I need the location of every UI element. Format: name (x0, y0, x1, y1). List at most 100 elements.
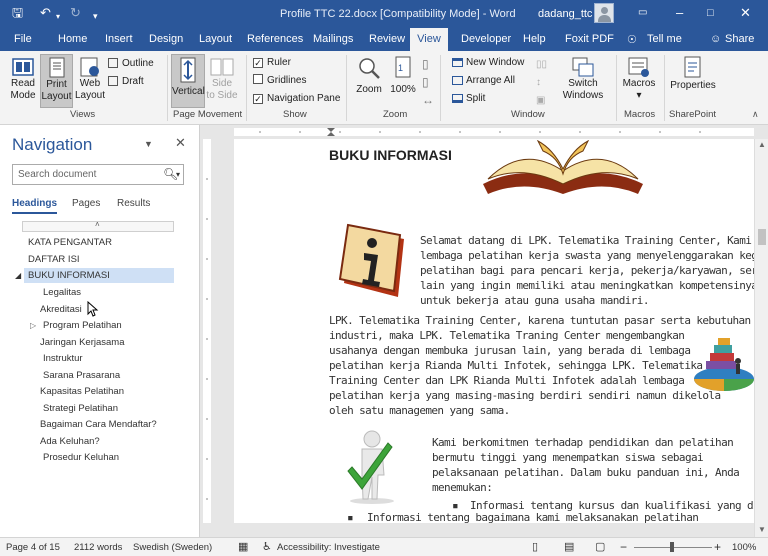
print-layout-button[interactable]: Print Layout (40, 54, 73, 108)
heading-item[interactable]: DAFTAR ISI (28, 253, 80, 267)
word-count[interactable]: 2112 words (74, 542, 122, 553)
track-changes-icon[interactable]: ▦ (238, 540, 248, 553)
accessibility-icon[interactable]: ♿︎ (262, 540, 272, 553)
draft-button[interactable]: Draft (108, 75, 144, 88)
heading-item[interactable]: Jaringan Kerjasama (40, 336, 125, 350)
redo-icon[interactable]: ↻ (70, 5, 81, 21)
side-to-side-button[interactable]: Side to Side (206, 56, 238, 102)
heading-item[interactable]: Legalitas (43, 286, 81, 300)
view-side-by-side-icon[interactable]: ▯▯ (536, 58, 547, 71)
vertical-button[interactable]: Vertical (171, 54, 205, 108)
split-button[interactable]: Split (452, 92, 485, 105)
ruler-checkbox[interactable]: ✓ Ruler (253, 56, 291, 69)
tab-insert[interactable]: Insert (105, 33, 133, 45)
nav-close-icon[interactable]: ✕ (175, 135, 186, 151)
share-button[interactable]: Share (725, 33, 754, 45)
headings-collapse-strip[interactable]: ˄ (22, 220, 174, 232)
page-width-icon[interactable]: ↔ (422, 94, 434, 107)
tab-developer[interactable]: Developer (461, 33, 511, 45)
zoom-out-icon[interactable]: − (620, 540, 627, 554)
page-count[interactable]: Page 4 of 15 (6, 542, 60, 553)
properties-button[interactable]: Properties (668, 56, 718, 92)
document-page[interactable]: BUKU INFORMASI Selamat datang di LPK. Te… (234, 139, 754, 523)
heading-item-selected[interactable]: BUKU INFORMASI (28, 269, 110, 283)
read-mode-button[interactable]: Read Mode (6, 56, 40, 102)
heading-item[interactable]: Akreditasi (40, 303, 82, 317)
scroll-down-icon[interactable]: ▼ (758, 525, 766, 534)
arrange-all-button[interactable]: Arrange All (452, 74, 515, 87)
ribbon-options-icon[interactable]: ▭ (638, 5, 647, 21)
undo-dropdown-icon[interactable]: ▾ (56, 9, 60, 25)
tab-results[interactable]: Results (117, 198, 150, 209)
scroll-thumb[interactable] (758, 229, 766, 245)
paragraph-2-line: LPK. Telematika Training Center, karena … (329, 314, 751, 327)
navigation-pane-checkbox[interactable]: ✓ Navigation Pane (253, 92, 340, 105)
tab-foxit-pdf[interactable]: Foxit PDF (565, 33, 614, 45)
heading-item[interactable]: Program Pelatihan (43, 319, 122, 333)
heading-item[interactable]: Ada Keluhan? (40, 435, 100, 449)
tab-help[interactable]: Help (523, 33, 546, 45)
web-layout-button[interactable]: Web Layout (74, 56, 106, 102)
heading-item[interactable]: Bagaiman Cara Mendaftar? (40, 418, 157, 432)
tab-mailings[interactable]: Mailings (313, 33, 353, 45)
heading-item[interactable]: Strategi Pelatihan (43, 402, 118, 416)
horizontal-ruler[interactable] (200, 125, 768, 139)
tab-headings[interactable]: Headings (12, 198, 58, 214)
scroll-up-icon[interactable]: ▲ (758, 140, 766, 149)
zoom-slider-thumb[interactable] (670, 542, 674, 552)
avatar[interactable] (594, 3, 614, 23)
reset-window-position-icon[interactable]: ▣ (536, 94, 545, 107)
zoom-in-icon[interactable]: + (714, 540, 721, 554)
accessibility-status[interactable]: Accessibility: Investigate (277, 542, 380, 553)
divider (664, 55, 665, 121)
tab-review[interactable]: Review (369, 33, 405, 45)
vertical-scrollbar[interactable]: ▲ ▼ (754, 139, 768, 537)
heading-item[interactable]: Kapasitas Pelatihan (40, 385, 124, 399)
outline-label: Outline (122, 58, 154, 69)
tab-layout[interactable]: Layout (199, 33, 232, 45)
language[interactable]: Swedish (Sweden) (133, 542, 212, 553)
tab-references[interactable]: References (247, 33, 303, 45)
paragraph-1-line: pelatihan bagi para pencari kerja, peker… (420, 264, 754, 277)
heading-item[interactable]: Sarana Prasarana (43, 369, 120, 383)
outline-button[interactable]: Outline (108, 57, 154, 70)
tab-design[interactable]: Design (149, 33, 183, 45)
switch-windows-button[interactable]: Switch Windows (558, 56, 608, 102)
new-window-button[interactable]: New Window (452, 56, 524, 69)
tab-pages[interactable]: Pages (72, 198, 100, 209)
nav-options-icon[interactable]: ▼ (144, 139, 153, 149)
search-document-input[interactable]: Search document 🔍︎ ▾ (12, 164, 184, 185)
tab-view[interactable]: View (410, 28, 448, 51)
user-name[interactable]: dadang_ttc (538, 8, 592, 20)
synchronous-scrolling-icon[interactable]: ↕ (536, 76, 541, 89)
print-layout-view-icon[interactable]: ▤ (564, 540, 574, 553)
collapse-triangle-icon[interactable]: ◢ (15, 269, 21, 283)
collapse-arrow-icon: ˄ (95, 220, 100, 229)
search-dropdown-icon[interactable]: ▾ (176, 170, 180, 179)
heading-item[interactable]: KATA PENGANTAR (28, 236, 112, 250)
gridlines-checkbox[interactable]: Gridlines (253, 74, 306, 87)
tab-file[interactable]: File (14, 33, 32, 45)
read-mode-view-icon[interactable]: ▯ (532, 540, 538, 553)
web-layout-icon (80, 57, 99, 77)
multiple-pages-icon[interactable]: ▯ (422, 76, 429, 89)
vertical-ruler[interactable] (200, 139, 214, 537)
macros-button[interactable]: Macros ▾ (620, 56, 658, 102)
minimize-icon[interactable]: – (676, 5, 683, 21)
heading-item[interactable]: Prosedur Keluhan (43, 451, 119, 465)
customize-toolbar-icon[interactable]: ▾ (93, 8, 98, 24)
tab-home[interactable]: Home (58, 33, 87, 45)
heading-item[interactable]: Instruktur (43, 352, 83, 366)
one-page-icon[interactable]: ▯ (422, 58, 429, 71)
zoom-button[interactable]: Zoom (354, 56, 384, 96)
web-layout-view-icon[interactable]: ▢ (595, 540, 605, 553)
save-icon[interactable]: 🖫 (12, 5, 23, 21)
zoom-level[interactable]: 100% (732, 542, 756, 553)
collapse-ribbon-icon[interactable]: ∧ (752, 108, 759, 121)
undo-icon[interactable]: ↶ (40, 5, 51, 21)
maximize-icon[interactable]: □ (707, 5, 714, 21)
zoom-100-button[interactable]: 1 100% (388, 56, 418, 96)
expand-triangle-icon[interactable]: ▷ (30, 319, 36, 333)
tell-me-search[interactable]: Tell me (647, 33, 682, 45)
close-icon[interactable]: ✕ (740, 5, 751, 21)
